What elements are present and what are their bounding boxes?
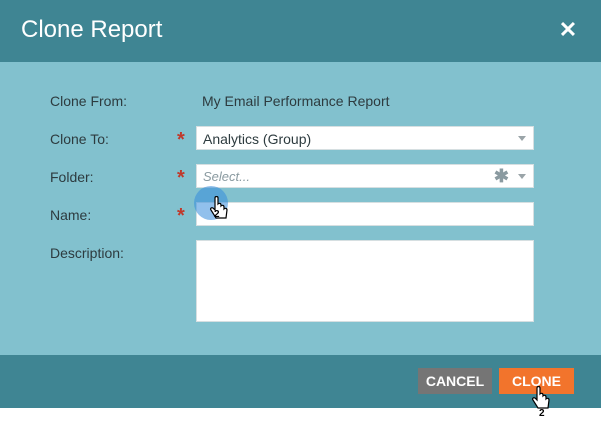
folder-select[interactable]: Select... ✱: [196, 164, 534, 188]
name-label: Name:: [50, 207, 92, 223]
dialog-header: Clone Report ✕: [0, 0, 601, 62]
cancel-button[interactable]: CANCEL: [418, 368, 492, 394]
clone-report-dialog: Clone Report ✕ Clone From: My Email Perf…: [0, 0, 601, 408]
required-asterisk: *: [177, 167, 185, 189]
description-textarea[interactable]: [196, 240, 534, 322]
dialog-title: Clone Report: [21, 16, 163, 43]
required-asterisk: *: [177, 129, 185, 151]
clone-from-value: My Email Performance Report: [202, 93, 390, 109]
name-input[interactable]: [196, 202, 534, 226]
cursor-step-badge: 2: [539, 408, 545, 419]
clone-to-label: Clone To:: [50, 131, 109, 147]
required-asterisk: *: [177, 205, 185, 227]
chevron-down-icon[interactable]: [518, 174, 526, 179]
clone-to-select[interactable]: Analytics (Group): [196, 126, 534, 150]
clone-from-label: Clone From:: [50, 93, 128, 109]
chevron-down-icon[interactable]: [518, 136, 526, 141]
folder-select-placeholder: Select...: [203, 169, 250, 184]
cursor-step-badge: 2: [214, 209, 220, 220]
asterisk-icon: ✱: [493, 166, 509, 186]
description-label: Description:: [50, 245, 124, 261]
close-icon[interactable]: ✕: [555, 17, 581, 43]
folder-label: Folder:: [50, 169, 94, 185]
clone-to-select-value: Analytics (Group): [203, 131, 312, 147]
